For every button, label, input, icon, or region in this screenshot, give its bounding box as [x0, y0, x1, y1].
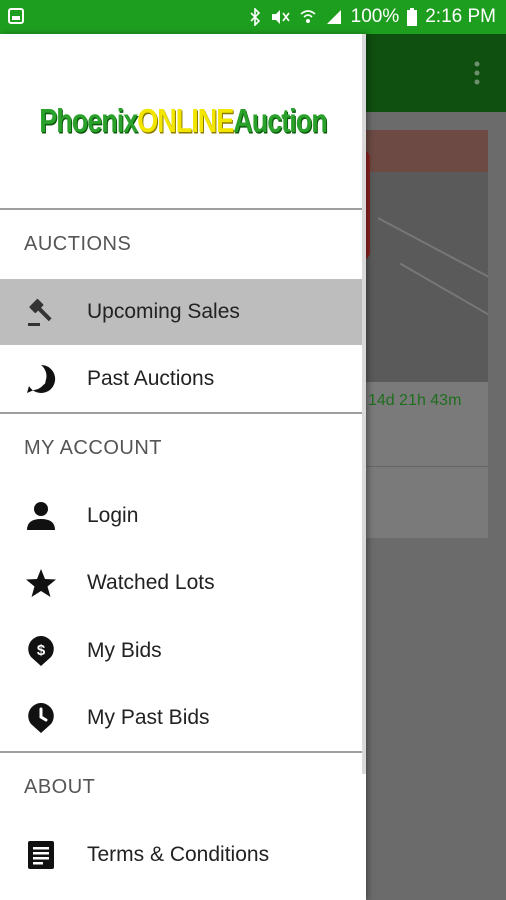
- drawer-item-label: Past Auctions: [87, 367, 215, 390]
- section-title-auctions: AUCTIONS: [24, 233, 132, 255]
- svg-text:$: $: [36, 370, 46, 389]
- dollar-bubble-icon: $: [24, 362, 58, 396]
- svg-text:$: $: [37, 642, 46, 659]
- navigation-drawer: PhoenixONLINEAuction AUCTIONS Upcoming S…: [0, 34, 366, 900]
- clock-time: 2:16 PM: [425, 6, 496, 27]
- divider: [0, 412, 366, 414]
- drawer-item-label: My Past Bids: [87, 706, 210, 729]
- drawer-item-past-auctions[interactable]: $ Past Auctions: [0, 346, 362, 412]
- clock-pin-icon: [24, 701, 58, 735]
- app-logo: PhoenixONLINEAuction: [39, 102, 328, 141]
- logo-part-2: ONLINE: [137, 102, 234, 140]
- dollar-pin-icon: $: [24, 634, 58, 668]
- drawer-item-label: Upcoming Sales: [87, 300, 240, 323]
- drawer-scrollbar[interactable]: [362, 34, 366, 774]
- gallery-icon: [8, 8, 24, 24]
- section-title-my-account: MY ACCOUNT: [24, 437, 162, 459]
- drawer-item-my-past-bids[interactable]: My Past Bids: [0, 685, 362, 751]
- drawer-item-label: Login: [87, 504, 139, 527]
- drawer-item-label: Watched Lots: [87, 571, 215, 594]
- drawer-item-watched-lots[interactable]: Watched Lots: [0, 550, 362, 616]
- more-vert-icon[interactable]: [474, 61, 480, 85]
- signal-icon: [325, 8, 343, 26]
- drawer-item-upcoming-sales[interactable]: Upcoming Sales: [0, 279, 362, 345]
- divider: [0, 751, 366, 753]
- drawer-item-label: Terms & Conditions: [87, 843, 270, 866]
- logo-part-3: Auction: [233, 102, 327, 140]
- mute-icon: [269, 8, 291, 26]
- section-title-about: ABOUT: [24, 776, 96, 798]
- wifi-icon: [299, 8, 317, 26]
- gavel-icon: [24, 295, 58, 329]
- person-icon: [24, 499, 58, 533]
- divider: [0, 208, 366, 210]
- status-bar: 100% 2:16 PM: [0, 0, 506, 34]
- document-icon: [24, 838, 58, 872]
- auction-card-footer: [350, 466, 488, 538]
- auction-photo: [350, 130, 488, 382]
- battery-icon: [407, 8, 418, 26]
- drawer-item-my-bids[interactable]: $ My Bids: [0, 618, 362, 684]
- drawer-header: PhoenixONLINEAuction: [0, 34, 366, 209]
- auction-countdown: 14d 21h 43m: [368, 392, 462, 409]
- battery-percent: 100%: [350, 6, 400, 27]
- drawer-item-login[interactable]: Login: [0, 483, 362, 549]
- drawer-item-label: My Bids: [87, 639, 162, 662]
- logo-part-1: Phoenix: [39, 102, 138, 140]
- drawer-item-terms-conditions[interactable]: Terms & Conditions: [0, 822, 362, 888]
- bluetooth-icon: [249, 8, 261, 26]
- star-icon: [24, 566, 58, 600]
